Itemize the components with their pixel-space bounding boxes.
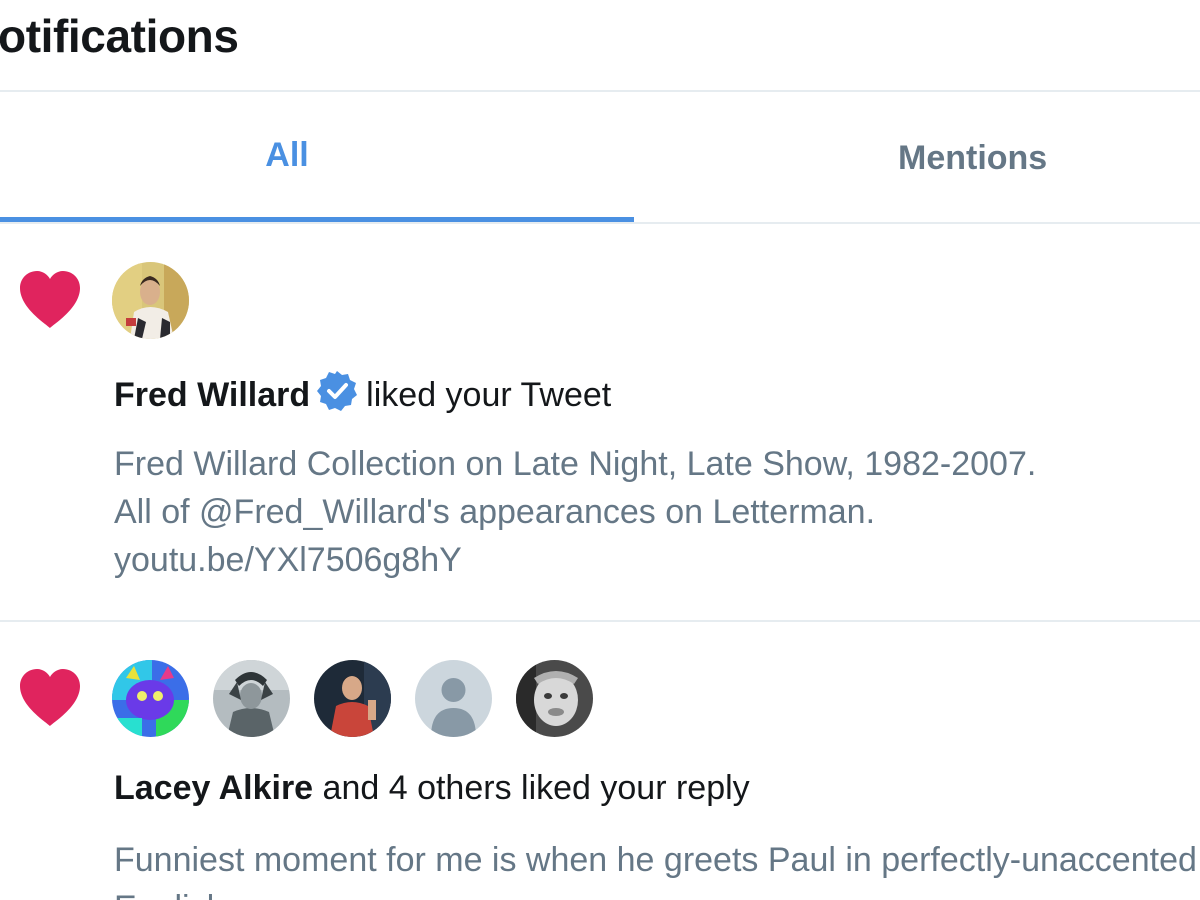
notification-summary: Fred Willard liked your Tweet <box>114 370 611 415</box>
heart-icon <box>20 669 80 726</box>
tweet-line: Funniest moment for me is when he greets… <box>114 841 1197 879</box>
avatar-fred-willard[interactable] <box>112 262 189 339</box>
tab-all[interactable]: All <box>0 92 634 222</box>
user-name[interactable]: Fred Willard <box>114 376 310 414</box>
verified-badge-icon <box>317 371 358 411</box>
tweet-line: Fred Willard Collection on Late Night, L… <box>114 445 1037 483</box>
user-name[interactable]: Lacey Alkire <box>114 769 313 807</box>
notification-item[interactable]: Lacey Alkire and 4 others liked your rep… <box>0 622 1200 900</box>
tweet-line: All of @Fred_Willard's appearances on Le… <box>114 493 876 531</box>
tab-mentions[interactable]: Mentions <box>634 92 1200 222</box>
avatar-red-shirt[interactable] <box>314 660 391 737</box>
tab-bar: All Mentions <box>0 92 1200 224</box>
avatar-colorful-cat[interactable] <box>112 660 189 737</box>
page-title: otifications <box>0 10 239 62</box>
notification-action: and 4 others liked your reply <box>322 769 750 807</box>
avatar-group <box>112 262 189 340</box>
tweet-text[interactable]: Funniest moment for me is when he greets… <box>114 836 1200 900</box>
header: otifications <box>0 0 1200 92</box>
tweet-line: English <box>114 884 1200 900</box>
avatar-gray-face[interactable] <box>516 660 593 737</box>
notification-action: liked your Tweet <box>366 376 612 414</box>
tweet-link: youtu.be/YXl7506g8hY <box>114 541 462 579</box>
tweet-text[interactable]: Fred Willard Collection on Late Night, L… <box>114 440 1200 584</box>
notifications-page: otifications All Mentions Fred Willard l… <box>0 0 1200 900</box>
avatar-default[interactable] <box>415 660 492 737</box>
notification-item[interactable]: Fred Willard liked your Tweet Fred Willa… <box>0 224 1200 622</box>
avatar-group <box>112 660 593 738</box>
heart-icon <box>20 271 80 328</box>
avatar-gray-person[interactable] <box>213 660 290 737</box>
notification-summary: Lacey Alkire and 4 others liked your rep… <box>114 768 750 808</box>
